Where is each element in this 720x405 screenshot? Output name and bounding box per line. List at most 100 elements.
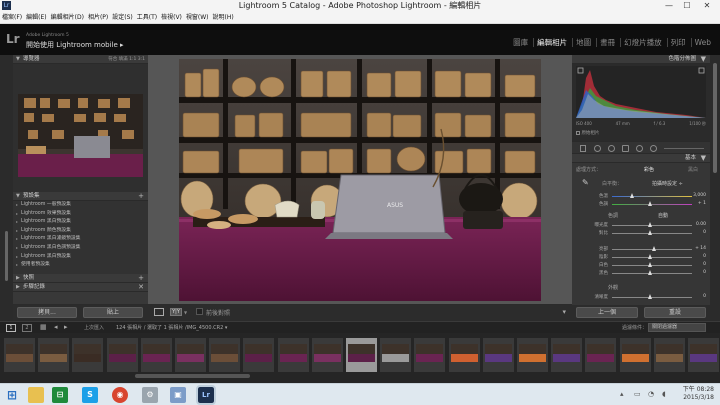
skype-icon[interactable]: S	[82, 387, 98, 403]
tint-knob[interactable]	[648, 201, 652, 206]
volume-icon[interactable]: ◖	[662, 390, 666, 398]
highlights-slider-row[interactable]: 亮部 + 14	[576, 246, 706, 253]
module-slideshow[interactable]: 幻燈片播放	[620, 38, 665, 47]
preset-folder[interactable]: Lightroom 黑白預設集	[13, 253, 148, 262]
temp-value[interactable]: 3,000	[693, 193, 706, 198]
clarity-slider-row[interactable]: 清晰度 0	[576, 294, 706, 301]
selection-count[interactable]: 124 張相片 / 選取了 1 張相片 /IMG_4500.CR2 ▾	[116, 324, 227, 331]
menu-settings[interactable]: 設定(S)	[111, 11, 136, 23]
contrast-slider-row[interactable]: 對比 0	[576, 230, 706, 237]
presets-header[interactable]: ▼ 預設集 +	[13, 192, 148, 201]
tint-track[interactable]	[612, 204, 692, 205]
histogram-header[interactable]: 色階分佈圖 ▼	[572, 55, 710, 64]
close-button[interactable]: ✕	[700, 0, 714, 11]
secondary-display-2-button[interactable]: 2	[22, 324, 32, 332]
filmstrip-thumbnail[interactable]	[311, 338, 343, 372]
module-library[interactable]: 圖庫	[510, 38, 531, 47]
wifi-icon[interactable]: ◔	[648, 390, 654, 398]
lightroom-taskbar-icon[interactable]: Lr	[196, 385, 216, 405]
menu-view[interactable]: 檢視(V)	[160, 11, 185, 23]
menu-help[interactable]: 說明(H)	[212, 11, 237, 23]
wb-select[interactable]: 拍攝時設定 ÷	[652, 180, 683, 187]
blacks-track[interactable]	[612, 273, 692, 274]
module-develop[interactable]: 編輯相片	[533, 38, 570, 47]
highlights-knob[interactable]	[652, 246, 656, 251]
preset-folder[interactable]: Lightroom 黑白預設集	[13, 218, 148, 227]
histogram[interactable]: ISO 400 47 mm f / 6.3 1/100 秒 原始相片	[572, 64, 710, 141]
file-explorer-icon[interactable]	[28, 387, 44, 403]
whites-track[interactable]	[612, 265, 692, 266]
filmstrip-thumbnail[interactable]	[688, 338, 719, 372]
blacks-value[interactable]: 0	[703, 270, 706, 275]
menu-develop[interactable]: 編輯相片(D)	[50, 11, 87, 23]
navigator-preview[interactable]	[13, 64, 148, 192]
network-app-icon[interactable]: ⚙	[142, 387, 158, 403]
filmstrip-thumbnail[interactable]	[72, 338, 104, 372]
whites-slider-row[interactable]: 白色 0	[576, 262, 706, 269]
module-print[interactable]: 列印	[666, 38, 689, 47]
windows-start-icon[interactable]: ⊞	[4, 387, 20, 403]
treatment-bw-button[interactable]: 黑白	[688, 166, 698, 173]
whites-knob[interactable]	[648, 262, 652, 267]
contrast-value[interactable]: 0	[703, 230, 706, 235]
exposure-value[interactable]: 0.00	[696, 222, 706, 227]
filmstrip-thumbnail[interactable]	[653, 338, 685, 372]
left-panel-scrollbar[interactable]	[4, 55, 9, 304]
auto-tone-button[interactable]: 自動	[658, 212, 668, 219]
maximize-button[interactable]: ☐	[680, 0, 694, 11]
photos-app-icon[interactable]: ▣	[170, 387, 186, 403]
history-header[interactable]: ▶ 步驟記錄 ✕	[13, 283, 148, 292]
loupe-view-icon[interactable]	[154, 308, 164, 316]
exposure-knob[interactable]	[648, 222, 652, 227]
filmstrip-thumbnail[interactable]	[414, 338, 446, 372]
forward-arrow-icon[interactable]: ▸	[64, 323, 68, 331]
secondary-display-1-button[interactable]: 1	[6, 324, 16, 332]
menu-file[interactable]: 檔案(F)	[1, 11, 25, 23]
histogram-graph[interactable]	[576, 66, 706, 118]
tray-arrow-icon[interactable]: ▴	[620, 390, 624, 398]
source-label[interactable]: 上次匯入	[84, 324, 104, 331]
filmstrip-thumbnail[interactable]	[585, 338, 617, 372]
add-preset-icon[interactable]: +	[138, 192, 144, 201]
radial-filter-icon[interactable]	[636, 145, 643, 152]
contrast-track[interactable]	[612, 233, 692, 234]
system-clock[interactable]: 下午 08:28 2015/3/18	[683, 386, 714, 402]
blacks-slider-row[interactable]: 黑色 0	[576, 270, 706, 277]
menu-tools[interactable]: 工具(T)	[136, 11, 160, 23]
mobile-promo-link[interactable]: 開始使用 Lightroom mobile ▸	[26, 41, 124, 49]
preset-folder[interactable]: 使用者預設集	[13, 261, 148, 270]
preset-folder[interactable]: Lightroom 一般預設集	[13, 201, 148, 210]
temp-track[interactable]	[612, 196, 692, 197]
temp-knob[interactable]	[630, 193, 634, 198]
spot-removal-icon[interactable]	[594, 145, 601, 152]
clear-history-icon[interactable]: ✕	[138, 283, 144, 292]
module-web[interactable]: Web	[690, 38, 714, 47]
whites-value[interactable]: 0	[703, 262, 706, 267]
crop-tool-icon[interactable]	[580, 145, 586, 152]
shadows-knob[interactable]	[648, 254, 652, 259]
checkbox-icon[interactable]	[196, 308, 203, 315]
graduated-filter-icon[interactable]	[622, 145, 629, 152]
shadows-slider-row[interactable]: 陰影 0	[576, 254, 706, 261]
battery-icon[interactable]: ▭	[634, 390, 641, 398]
red-eye-icon[interactable]	[608, 145, 615, 152]
grid-view-icon[interactable]: ▦	[40, 323, 47, 331]
filmstrip-thumbnail[interactable]	[175, 338, 206, 372]
menu-edit[interactable]: 編輯(E)	[25, 11, 49, 23]
filmstrip-thumbnail[interactable]	[38, 338, 70, 372]
adjustment-brush-icon[interactable]	[650, 145, 657, 152]
main-photo[interactable]: ASUS	[179, 59, 541, 301]
shadows-track[interactable]	[612, 257, 692, 258]
filmstrip-scroll-thumb[interactable]	[135, 374, 250, 378]
filmstrip-thumbnail[interactable]	[482, 338, 514, 372]
preset-folder[interactable]: Lightroom 效果預設集	[13, 210, 148, 219]
module-map[interactable]: 地圖	[572, 38, 594, 47]
tool-slider[interactable]	[664, 148, 704, 149]
basic-header[interactable]: 基本 ▼	[572, 154, 710, 163]
preset-folder[interactable]: Lightroom 黑白濾鏡預設集	[13, 235, 148, 244]
previous-button[interactable]: 上一個	[576, 307, 638, 318]
dropdown-arrow-icon[interactable]: ▼	[184, 310, 187, 315]
filmstrip-thumbnail[interactable]	[209, 338, 241, 372]
filmstrip-thumbnail[interactable]	[346, 338, 377, 372]
navigator-thumbnail-image[interactable]	[18, 94, 143, 177]
